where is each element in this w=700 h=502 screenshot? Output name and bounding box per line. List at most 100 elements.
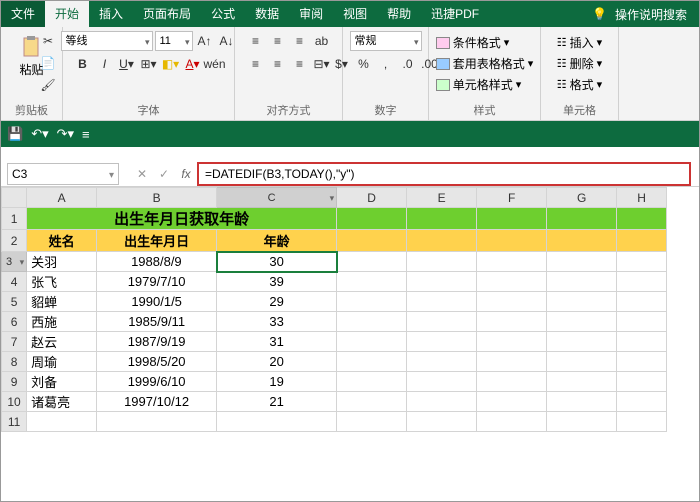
cell[interactable] (337, 230, 407, 252)
format-cells-button[interactable]: ☷格式▾ (553, 75, 606, 94)
redo-button[interactable]: ↷▾ (57, 126, 74, 142)
cut-button[interactable]: ✂ (38, 31, 58, 51)
cell[interactable] (617, 412, 667, 432)
cell[interactable]: 20 (217, 352, 337, 372)
col-header[interactable]: H (617, 188, 667, 208)
cell-styles-button[interactable]: 单元格样式▾ (432, 75, 538, 94)
cell[interactable] (617, 372, 667, 392)
col-header[interactable]: D (337, 188, 407, 208)
cell[interactable] (337, 392, 407, 412)
worksheet-grid[interactable]: ABCDEFGH1出生年月日获取年龄2姓名出生年月日年龄3关羽1988/8/93… (1, 187, 699, 432)
decrease-font-button[interactable]: A↓ (217, 31, 237, 51)
bold-button[interactable]: B (73, 54, 93, 74)
name-box[interactable]: C3 (7, 163, 119, 185)
formula-input[interactable]: =DATEDIF(B3,TODAY(),"y") (197, 162, 691, 186)
cell[interactable]: 1997/10/12 (97, 392, 217, 412)
cell[interactable] (617, 208, 667, 230)
tab-data[interactable]: 数据 (245, 1, 289, 27)
percent-button[interactable]: % (354, 54, 374, 74)
undo-button[interactable]: ↶▾ (31, 126, 48, 142)
format-painter-button[interactable]: 🖌 (38, 75, 58, 95)
row-header[interactable]: 9 (2, 372, 27, 392)
cell[interactable] (617, 292, 667, 312)
cell[interactable]: 21 (217, 392, 337, 412)
col-header[interactable]: F (477, 188, 547, 208)
tell-me-search[interactable]: 操作说明搜索 (611, 6, 699, 23)
tab-formulas[interactable]: 公式 (201, 1, 245, 27)
cell[interactable] (407, 292, 477, 312)
cell[interactable] (477, 372, 547, 392)
cell[interactable] (407, 312, 477, 332)
cell[interactable] (477, 412, 547, 432)
row-header[interactable]: 8 (2, 352, 27, 372)
cell[interactable] (337, 272, 407, 292)
cell[interactable] (97, 412, 217, 432)
row-header[interactable]: 6 (2, 312, 27, 332)
cell[interactable] (617, 352, 667, 372)
cell[interactable]: 赵云 (27, 332, 97, 352)
border-button[interactable]: ⊞▾ (139, 54, 159, 74)
cell[interactable]: 33 (217, 312, 337, 332)
align-left-button[interactable]: ≡ (246, 54, 266, 74)
col-header[interactable]: A (27, 188, 97, 208)
row-header[interactable]: 11 (2, 412, 27, 432)
cell[interactable] (407, 230, 477, 252)
cell[interactable] (337, 372, 407, 392)
enter-formula-icon[interactable]: ✓ (153, 167, 175, 181)
cell[interactable] (547, 292, 617, 312)
row-header[interactable]: 5 (2, 292, 27, 312)
cell[interactable]: 关羽 (27, 252, 97, 272)
fill-color-button[interactable]: ◧▾ (161, 54, 181, 74)
cell[interactable] (547, 332, 617, 352)
cell[interactable] (477, 252, 547, 272)
phonetic-button[interactable]: wén (205, 54, 225, 74)
insert-cells-button[interactable]: ☷插入▾ (553, 33, 606, 52)
cell[interactable]: 诸葛亮 (27, 392, 97, 412)
cell[interactable]: 貂蝉 (27, 292, 97, 312)
cell[interactable]: 姓名 (27, 230, 97, 252)
font-name-select[interactable]: 等线 (61, 31, 153, 51)
cell[interactable] (477, 292, 547, 312)
cell[interactable]: 30 (217, 252, 337, 272)
cell[interactable] (27, 412, 97, 432)
align-bottom-button[interactable]: ≡ (290, 31, 310, 51)
cell[interactable] (407, 252, 477, 272)
cell[interactable] (547, 392, 617, 412)
col-header[interactable]: E (407, 188, 477, 208)
cell[interactable] (477, 312, 547, 332)
cell[interactable] (617, 392, 667, 412)
wrap-text-button[interactable]: ab (312, 31, 332, 51)
cell[interactable] (477, 272, 547, 292)
row-header[interactable]: 3 (2, 252, 27, 272)
cell[interactable]: 1998/5/20 (97, 352, 217, 372)
conditional-format-button[interactable]: 条件格式▾ (432, 33, 538, 52)
cell[interactable]: 1988/8/9 (97, 252, 217, 272)
delete-cells-button[interactable]: ☷删除▾ (553, 54, 606, 73)
tab-review[interactable]: 审阅 (289, 1, 333, 27)
cell[interactable]: 1985/9/11 (97, 312, 217, 332)
tab-insert[interactable]: 插入 (89, 1, 133, 27)
cell[interactable]: 31 (217, 332, 337, 352)
cell[interactable] (337, 312, 407, 332)
cell[interactable] (547, 272, 617, 292)
cell[interactable]: 19 (217, 372, 337, 392)
col-header[interactable]: G (547, 188, 617, 208)
currency-button[interactable]: $▾ (332, 54, 352, 74)
cell[interactable] (407, 372, 477, 392)
font-size-select[interactable]: 11 (155, 31, 193, 51)
row-header[interactable]: 1 (2, 208, 27, 230)
col-header[interactable]: B (97, 188, 217, 208)
cell[interactable]: 39 (217, 272, 337, 292)
cell[interactable] (477, 332, 547, 352)
cancel-formula-icon[interactable]: ✕ (131, 167, 153, 181)
row-header[interactable]: 2 (2, 230, 27, 252)
cell[interactable] (337, 352, 407, 372)
tab-help[interactable]: 帮助 (377, 1, 421, 27)
cell[interactable]: 1999/6/10 (97, 372, 217, 392)
tab-layout[interactable]: 页面布局 (133, 1, 201, 27)
cell[interactable] (547, 252, 617, 272)
font-color-button[interactable]: A▾ (183, 54, 203, 74)
cell[interactable] (477, 392, 547, 412)
tab-view[interactable]: 视图 (333, 1, 377, 27)
col-header[interactable]: C (217, 188, 337, 208)
